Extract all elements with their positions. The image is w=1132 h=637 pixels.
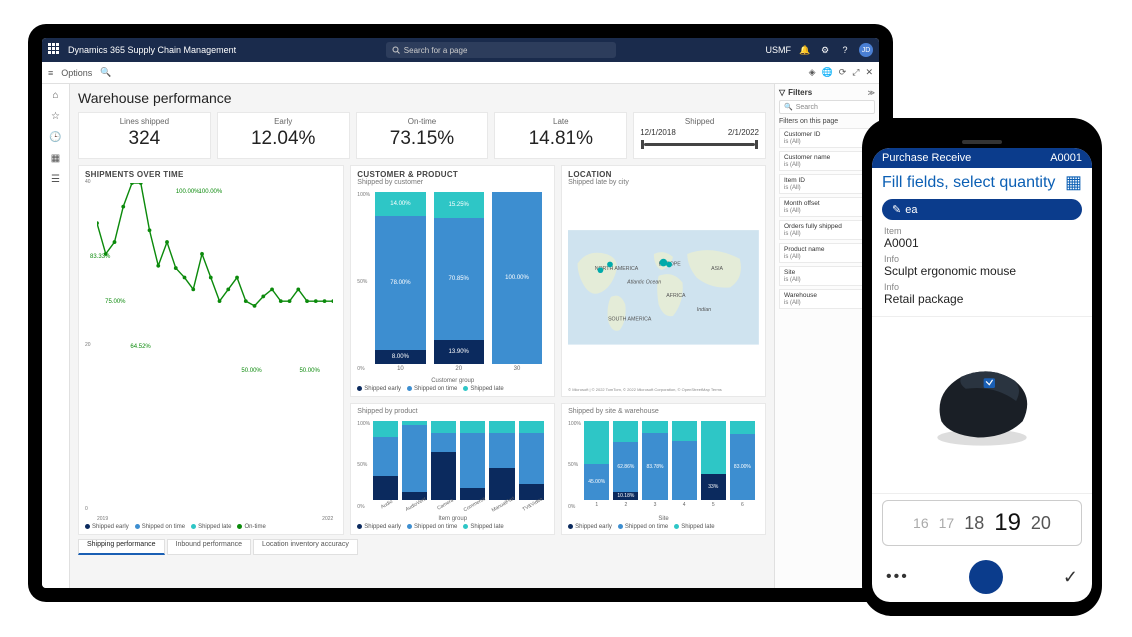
chart-product[interactable]: Shipped by product 100%50%0%AudioAudioVe… [350,403,555,535]
tab-inbound-performance[interactable]: Inbound performance [167,539,252,555]
funnel-icon: ▽ [779,88,785,97]
company-label[interactable]: USMF [766,45,792,55]
phone-header-code: A0001 [1050,152,1082,164]
page-title: Warehouse performance [78,90,766,106]
kpi-row: Lines shipped 324 Early 12.04% On-time 7… [78,112,766,159]
date-from: 12/1/2018 [640,128,676,137]
current-quantity: 19 [994,509,1021,537]
filter-search[interactable]: 🔍 Search [779,100,875,114]
refresh-icon[interactable]: ⟳ [839,67,847,78]
filter-item[interactable]: Site⌄is (All) [779,266,875,286]
subheader-toolbar: ≡ Options 🔍 ◈ 🌐 ⟳ ⤢ ✕ [42,62,879,84]
filter-item[interactable]: Customer name⌄is (All) [779,151,875,171]
phone-subheader: Fill fields, select quantity ▦ [872,168,1092,199]
phone-header-title: Purchase Receive [882,152,971,164]
item-number: A0001 [884,236,1080,250]
search-icon: 🔍 [784,103,793,111]
filter-item[interactable]: Product name⌄is (All) [779,243,875,263]
phone-subtitle: Fill fields, select quantity [882,174,1055,192]
product-image [872,316,1092,494]
bottom-tabs: Shipping performance Inbound performance… [78,539,766,555]
primary-action-button[interactable] [969,560,1003,594]
close-icon[interactable]: ✕ [865,67,873,78]
phone-info: Item A0001 Info Sculpt ergonomic mouse I… [872,220,1092,316]
menu-icon[interactable]: ≡ [48,68,53,78]
phone-bottom-bar: ••• ✓ [872,552,1092,602]
globe-icon[interactable]: 🌐 [821,67,832,78]
date-slider[interactable] [644,143,755,146]
chart-grid: SHIPMENTS OVER TIME 40200100.00%100.00%8… [78,165,766,535]
search-placeholder: Search for a page [404,46,468,55]
phone-frame: Purchase Receive A0001 Fill fields, sele… [862,118,1102,616]
filter-item[interactable]: Item ID⌄is (All) [779,174,875,194]
vertical-nav: ⌂ ☆ 🕒 ▦ ☰ [42,84,70,588]
kpi-lines-shipped[interactable]: Lines shipped 324 [78,112,211,159]
search-icon[interactable]: 🔍 [100,67,111,78]
nav-list-icon[interactable]: ☰ [51,174,60,185]
pencil-icon: ✎ [892,203,901,216]
phone-header: Purchase Receive A0001 [872,148,1092,168]
quantity-stepper[interactable]: 16 17 18 19 20 [882,500,1082,546]
kpi-early[interactable]: Early 12.04% [217,112,350,159]
item-package: Retail package [884,292,1080,306]
quantity-unit-chip[interactable]: ✎ ea [882,199,1082,220]
nav-star-icon[interactable]: ☆ [51,111,60,122]
svg-text:AFRICA: AFRICA [666,293,686,299]
more-icon[interactable]: ••• [886,568,909,586]
nav-module-icon[interactable]: ▦ [51,153,60,164]
scan-icon[interactable]: ▦ [1065,172,1082,193]
filter-item[interactable]: Warehouse⌄is (All) [779,289,875,309]
tablet-frame: Dynamics 365 Supply Chain Management Sea… [28,24,893,602]
item-description: Sculpt ergonomic mouse [884,264,1080,278]
chart-shipments-over-time[interactable]: SHIPMENTS OVER TIME 40200100.00%100.00%8… [78,165,344,535]
app-header: Dynamics 365 Supply Chain Management Sea… [42,38,879,62]
mouse-illustration [917,360,1047,450]
gear-icon[interactable]: ⚙ [819,44,831,56]
expand-icon[interactable]: ⤢ [852,67,859,78]
filters-subheading: Filters on this page [779,118,875,125]
main-content: Warehouse performance Lines shipped 324 … [70,84,774,588]
chart-site[interactable]: Shipped by site & warehouse 100%50%0%45.… [561,403,766,535]
kpi-on-time[interactable]: On-time 73.15% [356,112,489,159]
svg-text:SOUTH AMERICA: SOUTH AMERICA [608,317,652,323]
kpi-date-range[interactable]: Shipped 12/1/2018 2/1/2022 [633,112,766,159]
tab-shipping-performance[interactable]: Shipping performance [78,539,165,555]
phone-screen: Purchase Receive A0001 Fill fields, sele… [872,148,1092,602]
svg-text:Indian: Indian [697,307,711,313]
svg-text:Atlantic Ocean: Atlantic Ocean [626,280,661,286]
filter-item[interactable]: Month offset⌄is (All) [779,197,875,217]
search-icon [392,46,400,54]
world-map[interactable]: NORTH AMERICA EUROPE ASIA AFRICA SOUTH A… [568,188,759,387]
chart-location[interactable]: LOCATION Shipped late by city NORTH AMER… [561,165,766,397]
tablet-screen: Dynamics 365 Supply Chain Management Sea… [42,38,879,588]
confirm-icon[interactable]: ✓ [1063,567,1078,588]
map-attribution: © Microsoft | © 2022 TomTom, © 2022 Micr… [568,387,759,392]
nav-clock-icon[interactable]: 🕒 [49,132,61,143]
kpi-late[interactable]: Late 14.81% [494,112,627,159]
svg-text:ASIA: ASIA [711,266,723,272]
avatar[interactable]: JD [859,43,873,57]
help-icon[interactable]: ? [839,44,851,56]
chart-customer[interactable]: CUSTOMER & PRODUCT Shipped by customer 1… [350,165,555,397]
app-title: Dynamics 365 Supply Chain Management [68,45,236,55]
global-search[interactable]: Search for a page [386,42,616,58]
filters-heading: Filters [788,88,812,97]
filter-item[interactable]: Orders fully shipped⌄is (All) [779,220,875,240]
waffle-icon[interactable] [48,43,62,57]
bell-icon[interactable]: 🔔 [799,44,811,56]
filter-item[interactable]: Customer ID⌄is (All) [779,128,875,148]
collapse-filters-icon[interactable]: ≫ [868,89,875,97]
options-button[interactable]: Options [61,68,92,78]
filter-icon[interactable]: ◈ [809,67,816,78]
date-to: 2/1/2022 [728,128,759,137]
nav-home-icon[interactable]: ⌂ [52,90,58,101]
header-right: USMF 🔔 ⚙ ? JD [766,43,874,57]
tab-location-inventory[interactable]: Location inventory accuracy [253,539,358,555]
